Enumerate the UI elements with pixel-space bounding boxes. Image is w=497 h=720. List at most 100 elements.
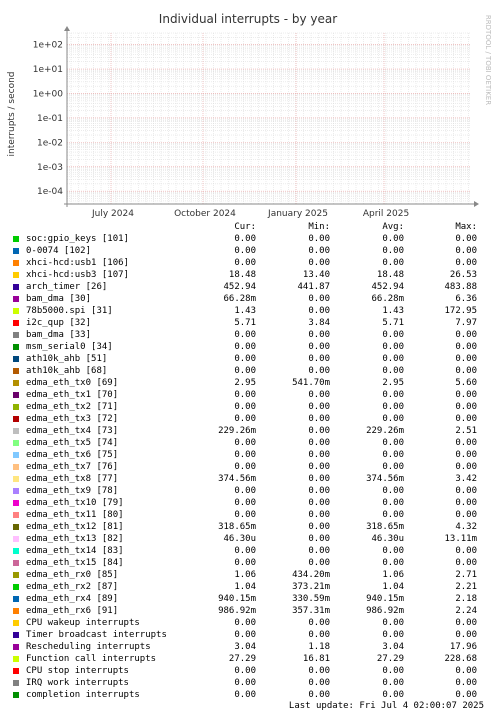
legend-value-min: 0.00 [308, 402, 330, 412]
y-tick-label: 1e+01 [33, 65, 63, 75]
legend-value-cur: 318.65m [218, 522, 256, 532]
legend-value-cur: 0.00 [234, 618, 256, 628]
legend-series-name: edma_eth_rx2 [87] [26, 582, 119, 592]
legend-value-min: 330.59m [292, 594, 330, 604]
legend-series-name: xhci-hcd:usb1 [106] [26, 258, 129, 268]
legend-value-avg: 0.00 [382, 666, 404, 676]
legend-row: i2c_qup [32] 5.71 3.84 5.71 7.97 [8, 317, 492, 329]
legend-value-min: 0.00 [308, 342, 330, 352]
legend-series-name: edma_eth_tx7 [76] [26, 462, 119, 472]
legend-series-name: edma_eth_tx0 [69] [26, 378, 119, 388]
legend-series-name: 78b5000.spi [31] [26, 306, 113, 316]
legend-color-swatch [13, 620, 19, 626]
legend-value-max: 0.00 [455, 330, 477, 340]
legend-value-min: 0.00 [308, 390, 330, 400]
legend-value-min: 0.00 [308, 450, 330, 460]
legend-series-name: bam_dma [33] [26, 330, 92, 340]
legend-value-cur: 18.48 [228, 270, 256, 280]
legend-series-name: bam_dma [30] [26, 294, 92, 304]
legend-row: bam_dma [33] 0.00 0.00 0.00 0.00 [8, 329, 492, 341]
legend-value-max: 3.42 [455, 474, 477, 484]
legend-value-max: 0.00 [455, 402, 477, 412]
legend-value-max: 0.00 [455, 354, 477, 364]
legend-row: ath10k_ahb [51] 0.00 0.00 0.00 0.00 [8, 353, 492, 365]
legend-value-max: 0.00 [455, 690, 477, 700]
y-axis-label: interrupts / second [7, 72, 17, 157]
legend-row: edma_eth_tx2 [71] 0.00 0.00 0.00 0.00 [8, 401, 492, 413]
legend-value-max: 0.00 [455, 486, 477, 496]
legend-value-max: 0.00 [455, 438, 477, 448]
y-tick-label: 1e+02 [33, 41, 63, 51]
legend-value-max: 2.18 [455, 594, 477, 604]
x-tick-label: October 2024 [174, 209, 236, 219]
legend-value-min: 0.00 [308, 354, 330, 364]
legend-value-avg: 0.00 [382, 630, 404, 640]
legend-series-name: CPU wakeup interrupts [26, 618, 140, 628]
legend-series-name: edma_eth_rx4 [89] [26, 594, 119, 604]
legend-color-swatch [13, 248, 19, 254]
legend-series-name: edma_eth_tx15 [84] [26, 558, 124, 568]
legend-value-min: 0.00 [308, 474, 330, 484]
legend-value-avg: 940.15m [366, 594, 404, 604]
legend-color-swatch [13, 656, 19, 662]
legend-value-max: 0.00 [455, 558, 477, 568]
legend-series-name: ath10k_ahb [68] [26, 366, 108, 376]
legend-row: edma_eth_rx4 [89] 940.15m 330.59m 940.15m 2.… [8, 593, 492, 605]
legend-value-max: 6.36 [455, 294, 477, 304]
legend-series-name: Rescheduling interrupts [26, 642, 151, 652]
legend-value-min: 0.00 [308, 366, 330, 376]
legend-value-max: 0.00 [455, 498, 477, 508]
legend-series-name: edma_eth_tx6 [75] [26, 450, 119, 460]
legend-color-swatch [13, 380, 19, 386]
legend-value-min: 0.00 [308, 438, 330, 448]
legend-value-min: 0.00 [308, 330, 330, 340]
legend-color-swatch [13, 596, 19, 602]
legend-value-max: 0.00 [455, 234, 477, 244]
legend-series-name: edma_eth_tx10 [79] [26, 498, 124, 508]
legend-value-avg: 0.00 [382, 342, 404, 352]
legend-row: completion interrupts 0.00 0.00 0.00 0.00 [8, 689, 492, 701]
legend-value-cur: 0.00 [234, 258, 256, 268]
legend-series-name: xhci-hcd:usb3 [107] [26, 270, 129, 280]
legend-value-cur: 27.29 [228, 654, 256, 664]
legend-series-name: ath10k_ahb [51] [26, 354, 108, 364]
legend-value-avg: 0.00 [382, 366, 404, 376]
legend-value-cur: 0.00 [234, 486, 256, 496]
legend-series-name: edma_eth_tx1 [70] [26, 390, 119, 400]
legend-value-avg: 1.06 [382, 570, 404, 580]
legend-value-min: 16.81 [302, 654, 330, 664]
legend-value-cur: 0.00 [234, 690, 256, 700]
legend-color-swatch [13, 440, 19, 446]
legend-row: edma_eth_tx10 [79] 0.00 0.00 0.00 0.00 [8, 497, 492, 509]
legend-value-cur: 1.43 [234, 306, 256, 316]
legend-value-cur: 229.26m [218, 426, 256, 436]
legend-value-min: 0.00 [308, 678, 330, 688]
legend-value-cur: 0.00 [234, 246, 256, 256]
legend-value-min: 0.00 [308, 690, 330, 700]
legend-value-avg: 0.00 [382, 546, 404, 556]
legend-rows: soc:gpio_keys [101] 0.00 0.00 0.00 0.00 0-007… [8, 233, 492, 701]
legend-color-swatch [13, 536, 19, 542]
legend-series-name: edma_eth_tx13 [82] [26, 534, 124, 544]
legend-table: Cur: Min: Avg: Max: soc:gpio_keys [101] 0… [8, 221, 492, 701]
legend-color-swatch [13, 296, 19, 302]
legend-color-swatch [13, 320, 19, 326]
legend-value-max: 0.00 [455, 342, 477, 352]
legend-value-avg: 18.48 [376, 270, 404, 280]
legend-series-name: edma_eth_tx8 [77] [26, 474, 119, 484]
legend-value-avg: 1.43 [382, 306, 404, 316]
legend-value-max: 17.96 [449, 642, 477, 652]
legend-row: edma_eth_tx4 [73] 229.26m 0.00 229.26m 2.51 [8, 425, 492, 437]
legend-row: edma_eth_tx3 [72] 0.00 0.00 0.00 0.00 [8, 413, 492, 425]
legend-value-cur: 0.00 [234, 450, 256, 460]
legend-color-swatch [13, 452, 19, 458]
legend-value-min: 0.00 [308, 414, 330, 424]
legend-value-cur: 0.00 [234, 342, 256, 352]
legend-value-min: 434.20m [292, 570, 330, 580]
legend-row: 78b5000.spi [31] 1.43 0.00 1.43 172.95 [8, 305, 492, 317]
legend-row: xhci-hcd:usb1 [106] 0.00 0.00 0.00 0.00 [8, 257, 492, 269]
legend-color-swatch [13, 392, 19, 398]
y-tick-label: 1e-03 [37, 163, 63, 173]
legend-value-cur: 0.00 [234, 666, 256, 676]
legend-value-max: 26.53 [449, 270, 477, 280]
